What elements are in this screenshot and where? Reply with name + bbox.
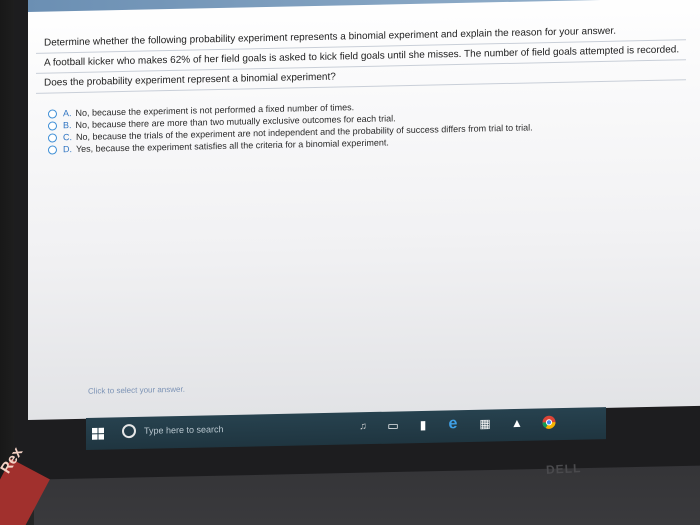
radio-button-icon[interactable] — [48, 108, 57, 119]
microphone-icon[interactable]: ♫ — [356, 419, 370, 433]
option-letter: C. — [63, 132, 72, 143]
file-explorer-icon[interactable]: ▮ — [416, 418, 430, 432]
photo-scene: Determine whether the following probabil… — [0, 0, 700, 525]
app-icon[interactable]: ▲ — [510, 416, 524, 430]
store-icon[interactable]: ▦ — [478, 416, 492, 431]
answer-options: A. No, because the experiment is not per… — [36, 94, 686, 156]
option-letter: D. — [63, 144, 72, 155]
radio-button-icon[interactable] — [48, 120, 57, 131]
monitor-screen: Determine whether the following probabil… — [28, 0, 700, 420]
taskbar-search-input[interactable]: Type here to search — [144, 424, 224, 436]
cortana-icon[interactable] — [122, 423, 136, 439]
edge-icon[interactable]: e — [446, 415, 460, 432]
question-panel: Determine whether the following probabil… — [36, 20, 686, 156]
option-letter: B. — [63, 120, 72, 131]
windows-start-icon[interactable] — [92, 427, 104, 440]
radio-button-icon[interactable] — [48, 132, 57, 143]
radio-button-icon[interactable] — [48, 144, 57, 155]
dell-logo: DELL — [545, 461, 582, 477]
chrome-icon[interactable] — [542, 415, 556, 429]
task-view-icon[interactable]: ▭ — [386, 418, 400, 432]
browser-top-bar — [28, 0, 700, 12]
answer-hint: Click to select your answer. — [88, 384, 185, 396]
option-letter: A. — [63, 108, 72, 119]
